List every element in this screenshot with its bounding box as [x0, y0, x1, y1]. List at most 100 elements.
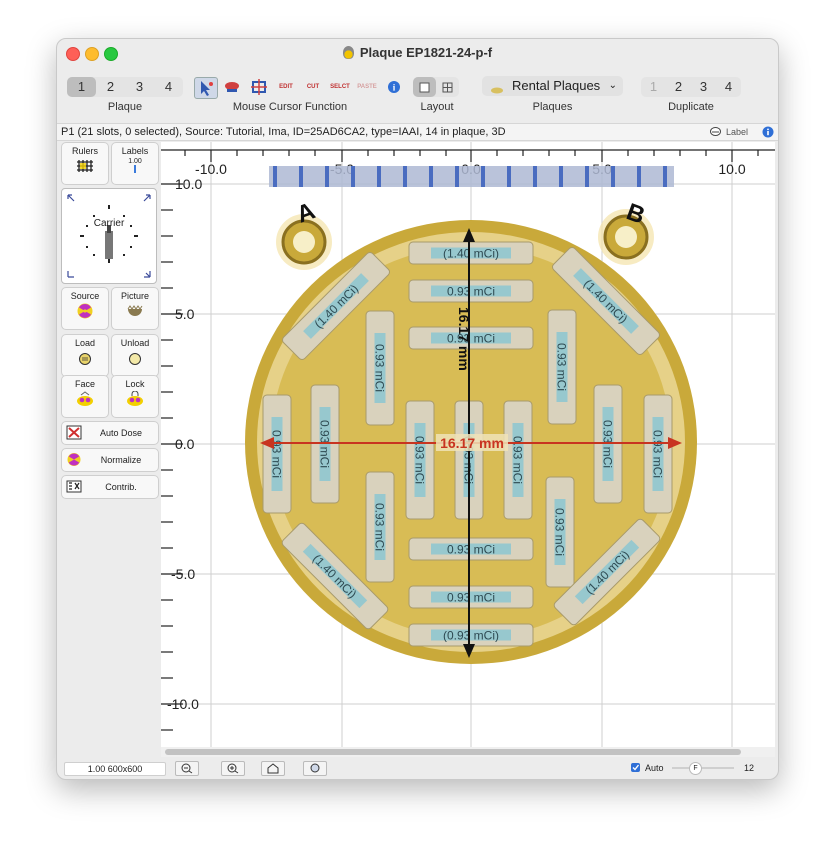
rulers-button[interactable]: Rulers [61, 142, 109, 185]
mouse-tool-7[interactable]: i [383, 77, 405, 97]
carrier-dial-icon [67, 194, 151, 278]
auto-label: Auto [645, 763, 664, 773]
y-tick-label: -5.0 [171, 566, 195, 582]
plaque-canvas[interactable]: -10.0 -5.0 0.0 5.0 10.0 10.0 5.0 0.0 -5.… [161, 142, 775, 747]
seed-slot[interactable]: 0.93 mCi [262, 394, 292, 514]
duplicate-tab-3[interactable]: 3 [691, 77, 716, 97]
bottom-bar: 1.00 600x600 Auto F 12 [57, 758, 778, 779]
mouse-tool-4[interactable]: CUT [302, 77, 324, 97]
seed-slot[interactable]: 0.93 mCi [503, 400, 533, 520]
source-button[interactable]: Source [61, 287, 109, 330]
grid-layout-icon [442, 82, 453, 93]
plaques-dropdown[interactable]: Rental Plaques ⌄ [482, 76, 623, 96]
status-info-icon[interactable] [762, 126, 774, 138]
y-tick-label: 0.0 [175, 436, 195, 452]
plaque-group-label: Plaque [107, 101, 143, 113]
slider-knob[interactable]: F [689, 762, 702, 775]
duplicate-tab-4[interactable]: 4 [716, 77, 741, 97]
home-icon [267, 763, 279, 774]
seed-slot[interactable]: 0.93 mCi [408, 585, 534, 609]
rulers-label: Rulers [71, 146, 98, 156]
plaque-tabs: 1 2 3 4 [67, 77, 183, 97]
zoom-out-button[interactable] [175, 761, 199, 776]
y-tick-label: 5.0 [175, 306, 195, 322]
load-button[interactable]: Load [61, 334, 109, 377]
horizontal-scrollbar[interactable] [161, 747, 775, 757]
carrier-control[interactable]: Carrier [61, 188, 157, 284]
seed-slot[interactable]: 0.93 mCi [408, 279, 534, 303]
seed-slot[interactable]: 0.93 mCi [365, 310, 395, 426]
home-view-button[interactable] [261, 761, 285, 776]
seed-slot[interactable]: 0.93 mCi [408, 537, 534, 561]
plaque-tab-1[interactable]: 1 [67, 77, 96, 97]
label-toggle-icon[interactable] [710, 126, 721, 137]
contrib-label: Contrib. [105, 482, 137, 492]
auto-dose-button[interactable]: Auto Dose [61, 421, 159, 445]
seed-slot[interactable]: (0.93 mCi) [408, 623, 534, 647]
checkmark-icon [632, 764, 640, 771]
x-tick-label: -10.0 [195, 161, 227, 177]
seed-activity-label: (1.40 mCi) [443, 247, 499, 261]
seed-slot[interactable]: 0.93 mCi [547, 309, 577, 425]
title-bar: Plaque EP1821-24-p-f [57, 39, 778, 69]
font-size-slider[interactable] [672, 767, 734, 769]
seed-activity-label: 0.93 mCi [555, 343, 569, 391]
move-seed-icon [225, 82, 239, 92]
mouse-tool-6[interactable]: PASTE [356, 77, 378, 97]
mouse-tool-2[interactable] [248, 77, 270, 97]
seed-slot[interactable]: 0.93 mCi [405, 400, 435, 520]
seed-slot[interactable]: 0.93 mCi [545, 476, 575, 588]
seed-activity-label: 0.93 mCi [373, 503, 387, 551]
duplicate-tab-1[interactable]: 1 [641, 77, 666, 97]
contrib-icon [66, 480, 82, 493]
labels-button[interactable]: Labels 1.00 [111, 142, 159, 185]
mouse-tool-0[interactable] [194, 77, 218, 99]
unload-button[interactable]: Unload [111, 334, 159, 377]
plaque-tab-3[interactable]: 3 [125, 77, 154, 97]
normalize-radiation-icon [67, 453, 81, 466]
plaque-tab-4[interactable]: 4 [154, 77, 183, 97]
zoom-out-icon [181, 763, 193, 774]
auto-checkbox[interactable] [631, 763, 640, 772]
select-icon: SELCT [330, 84, 350, 90]
load-label: Load [74, 338, 96, 348]
plaque-drawing: -10.0 -5.0 0.0 5.0 10.0 10.0 5.0 0.0 -5.… [161, 142, 775, 747]
lock-label: Lock [125, 379, 145, 389]
seed-activity-label: 0.93 mCi [373, 344, 387, 392]
mouse-tool-5[interactable]: SELCT [329, 77, 351, 97]
picture-button[interactable]: Picture [111, 287, 159, 330]
mouse-tool-3[interactable]: EDIT [275, 77, 297, 97]
seed-slot[interactable]: 0.93 mCi [643, 394, 673, 514]
toolbar: 1 2 3 4 Plaque EDIT CUT SELCT PASTE i Mo… [57, 69, 778, 123]
carrier-label: Carrier [93, 218, 125, 229]
duplicate-label: Duplicate [668, 101, 714, 113]
layout-single-button[interactable] [413, 77, 436, 97]
seed-slot[interactable]: 0.93 mCi [365, 471, 395, 583]
mouse-tool-1[interactable] [221, 77, 243, 97]
seed-activity-label: 0.93 mCi [447, 591, 495, 605]
scrollbar-thumb[interactable] [165, 749, 741, 755]
zoom-in-button[interactable] [221, 761, 245, 776]
vertical-dimension-label: 16.17 mm [456, 307, 472, 371]
face-label: Face [74, 379, 95, 389]
info-icon: i [388, 81, 400, 93]
fit-view-button[interactable] [303, 761, 327, 776]
seed-activity-label: 0.93 mCi [553, 508, 567, 556]
plaque-tab-2[interactable]: 2 [96, 77, 125, 97]
face-button[interactable]: Face [61, 375, 109, 418]
plaque-type-icon [490, 81, 504, 94]
zoom-in-icon [227, 763, 239, 774]
chevron-down-icon: ⌄ [608, 80, 617, 91]
lock-button[interactable]: Lock [111, 375, 159, 418]
layout-buttons [413, 77, 459, 97]
zoom-size-field[interactable]: 1.00 600x600 [64, 762, 166, 776]
duplicate-tab-2[interactable]: 2 [666, 77, 691, 97]
plaque-status-text: P1 (21 slots, 0 selected), Source: Tutor… [61, 126, 506, 138]
seed-activity-label: 0.93 mCi [270, 430, 284, 478]
seed-activity-label: 0.93 mCi [651, 430, 665, 478]
normalize-button[interactable]: Normalize [61, 448, 159, 472]
seed-slot[interactable]: (1.40 mCi) [408, 241, 534, 265]
plaque-picture-icon [127, 305, 143, 316]
contrib-button[interactable]: Contrib. [61, 475, 159, 499]
layout-grid-button[interactable] [436, 77, 459, 97]
